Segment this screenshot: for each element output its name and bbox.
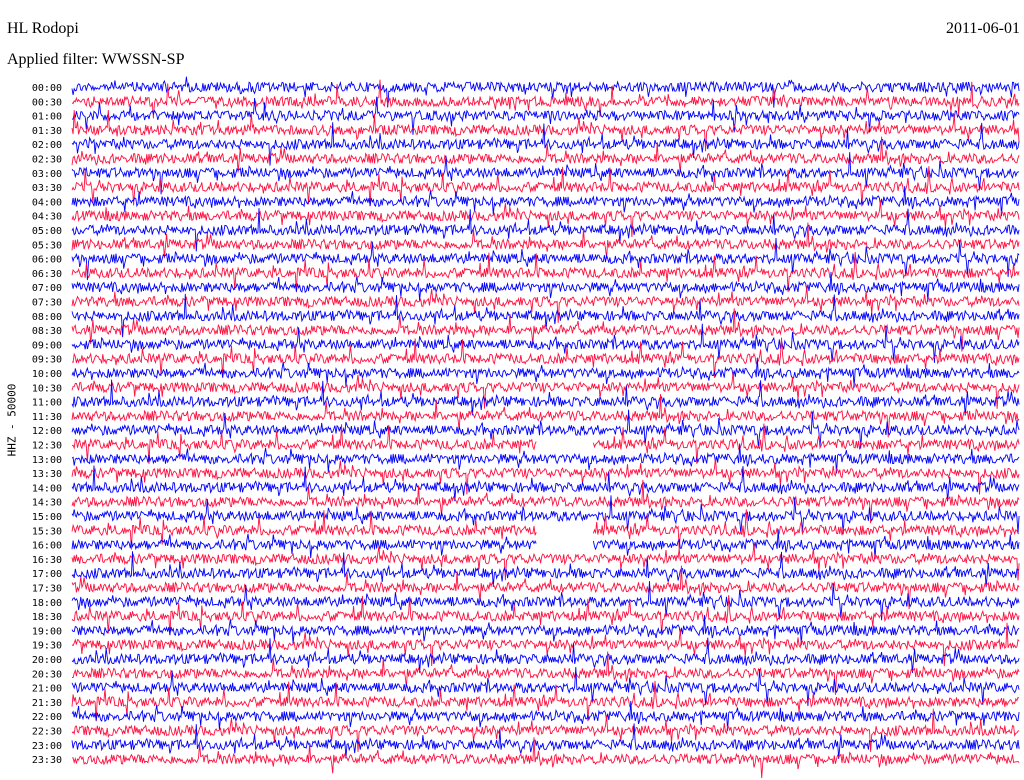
seismic-trace-line	[71, 529, 1020, 560]
seismic-trace-line	[71, 700, 1020, 731]
time-tick-label: 05:30	[32, 240, 62, 251]
time-tick-label: 17:00	[32, 569, 62, 580]
time-tick-label: 19:30	[32, 641, 62, 652]
seismic-trace-line	[71, 615, 1020, 646]
time-tick-label: 21:00	[32, 684, 62, 695]
time-tick-label: 19:00	[32, 626, 62, 637]
time-tick-label: 20:00	[32, 655, 62, 666]
time-tick-label: 06:00	[32, 255, 62, 266]
time-tick-label: 08:30	[32, 326, 62, 337]
time-tick-label: 03:00	[32, 169, 62, 180]
time-tick-label: 13:00	[32, 455, 62, 466]
time-tick-label: 22:00	[32, 712, 62, 723]
time-tick-label: 07:30	[32, 298, 62, 309]
time-tick-label: 02:30	[32, 155, 62, 166]
time-tick-layer: 00:00 00:30 01:00 01:30 02:00 02:30 03:00 03:30…	[32, 83, 62, 766]
time-tick-label: 14:30	[32, 498, 62, 509]
time-tick-label: 21:30	[32, 698, 62, 709]
time-tick-label: 16:30	[32, 555, 62, 566]
time-tick-label: 02:00	[32, 140, 62, 151]
trace-layer	[71, 76, 1020, 779]
time-tick-label: 11:30	[32, 412, 62, 423]
time-tick-label: 03:30	[32, 183, 62, 194]
time-tick-label: 15:00	[32, 512, 62, 523]
seismic-trace-line	[71, 465, 1020, 502]
time-tick-label: 14:00	[32, 483, 62, 494]
seismic-trace-line	[71, 551, 1020, 588]
time-tick-label: 20:30	[32, 669, 62, 680]
time-tick-label: 10:30	[32, 383, 62, 394]
time-tick-label: 01:30	[32, 126, 62, 137]
time-tick-label: 18:00	[32, 598, 62, 609]
helicorder-plot: 00:00 00:30 01:00 01:30 02:00 02:30 03:00 03:30…	[32, 76, 1020, 779]
seismic-trace-line	[71, 200, 1020, 238]
time-tick-label: 09:00	[32, 340, 62, 351]
time-tick-label: 16:00	[32, 541, 62, 552]
time-tick-label: 12:30	[32, 441, 62, 452]
time-tick-label: 18:30	[32, 612, 62, 623]
time-tick-label: 06:30	[32, 269, 62, 280]
time-tick-label: 00:30	[32, 97, 62, 108]
time-tick-label: 11:00	[32, 398, 62, 409]
time-tick-label: 23:30	[32, 755, 62, 766]
time-tick-label: 09:30	[32, 355, 62, 366]
time-tick-label: 23:00	[32, 741, 62, 752]
time-tick-label: 08:00	[32, 312, 62, 323]
time-tick-label: 00:00	[32, 83, 62, 94]
time-tick-label: 10:00	[32, 369, 62, 380]
time-tick-label: 15:30	[32, 526, 62, 537]
time-tick-label: 05:00	[32, 226, 62, 237]
time-tick-label: 17:30	[32, 584, 62, 595]
time-tick-label: 13:30	[32, 469, 62, 480]
seismic-trace-line	[71, 737, 1020, 779]
time-tick-label: 07:00	[32, 283, 62, 294]
time-tick-label: 12:00	[32, 426, 62, 437]
time-tick-label: 04:30	[32, 212, 62, 223]
time-tick-label: 01:00	[32, 112, 62, 123]
time-tick-label: 04:00	[32, 197, 62, 208]
time-tick-label: 22:30	[32, 727, 62, 738]
